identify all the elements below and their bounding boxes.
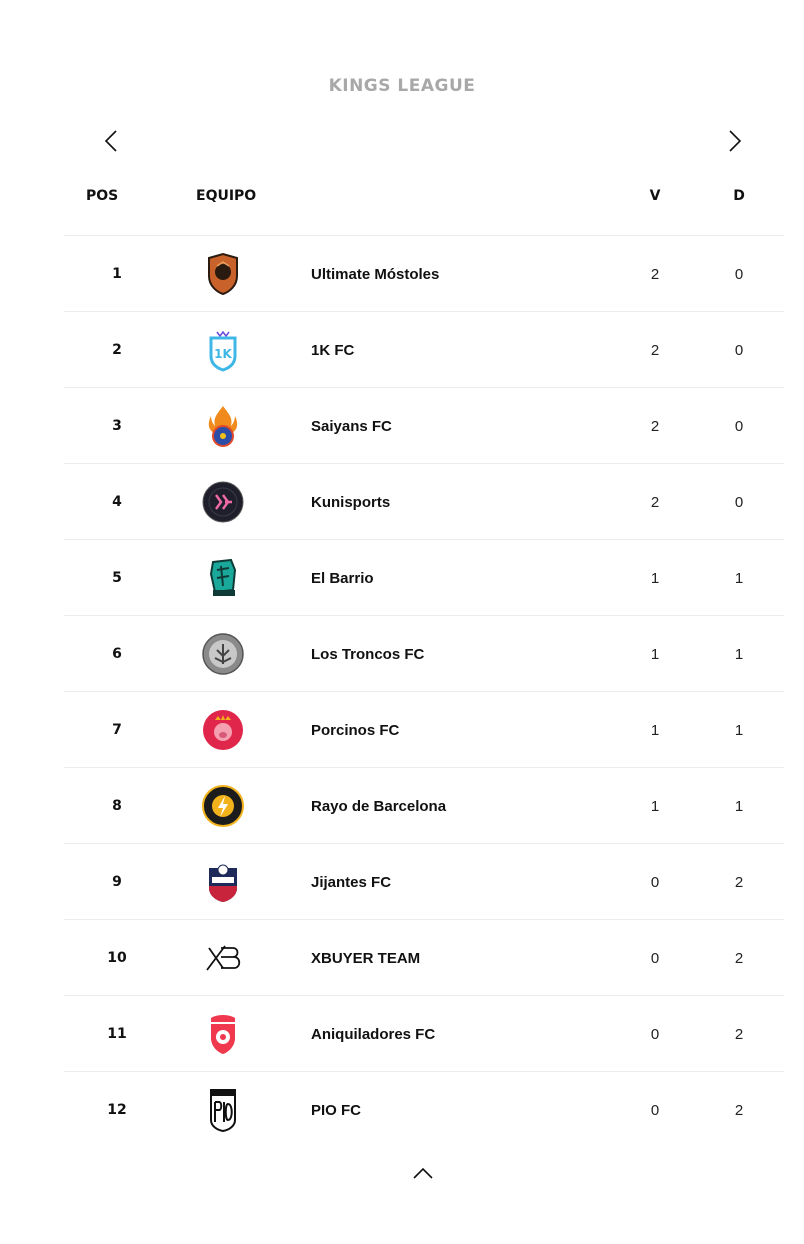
pio-fc-crest-icon [210, 1089, 236, 1132]
row-position: 12 [107, 1102, 127, 1118]
team-logo [201, 388, 245, 464]
team-name[interactable]: Porcinos FC [311, 692, 611, 768]
team-losses: 2 [734, 1101, 744, 1119]
team-wins: 2 [650, 493, 660, 511]
el-barrio-crest-icon [209, 558, 237, 596]
team-logo: 1K [201, 312, 245, 388]
table-row[interactable]: 10 XBUYER TEAM 0 2 [64, 919, 784, 995]
team-wins: 1 [650, 721, 660, 739]
ultimate-mostoles-crest-icon [208, 252, 238, 296]
team-wins: 1 [650, 797, 660, 815]
team-logo [201, 768, 245, 844]
team-wins: 2 [650, 265, 660, 283]
team-name[interactable]: XBUYER TEAM [311, 920, 611, 996]
team-losses: 1 [734, 721, 744, 739]
team-losses: 2 [734, 873, 744, 891]
row-position: 2 [112, 342, 122, 358]
team-wins: 2 [650, 417, 660, 435]
team-losses: 1 [734, 645, 744, 663]
team-logo [201, 616, 245, 692]
team-name[interactable]: Saiyans FC [311, 388, 611, 464]
team-name[interactable]: Jijantes FC [311, 844, 611, 920]
team-wins: 0 [650, 1101, 660, 1119]
los-troncos-crest-icon [202, 633, 244, 675]
row-position: 6 [112, 646, 122, 662]
team-logo [201, 464, 245, 540]
team-logo [201, 692, 245, 768]
team-logo [201, 236, 245, 312]
row-position: 10 [107, 950, 127, 966]
svg-text:1K: 1K [214, 347, 232, 361]
row-position: 3 [112, 418, 122, 434]
team-name[interactable]: Kunisports [311, 464, 611, 540]
row-position: 4 [112, 494, 122, 510]
chevron-up-icon [413, 1167, 433, 1179]
team-name[interactable]: Los Troncos FC [311, 616, 611, 692]
jijantes-fc-crest-icon [209, 864, 237, 902]
team-logo [201, 920, 245, 996]
next-arrow-button[interactable] [723, 128, 747, 154]
team-name[interactable]: PIO FC [311, 1072, 611, 1148]
team-name[interactable]: El Barrio [311, 540, 611, 616]
header-losses: D [733, 188, 745, 204]
table-row[interactable]: 2 1K 1K FC 2 0 [64, 311, 784, 387]
team-losses: 1 [734, 569, 744, 587]
porcinos-fc-crest-icon [203, 710, 243, 750]
team-losses: 0 [734, 341, 744, 359]
row-position: 5 [112, 570, 122, 586]
table-row[interactable]: 11 Aniquiladores FC 0 2 [64, 995, 784, 1071]
standings-header: POS EQUIPO V D [64, 188, 784, 208]
league-title: KINGS LEAGUE [328, 76, 476, 96]
xbuyer-team-crest-icon [206, 945, 241, 971]
team-wins: 0 [650, 873, 660, 891]
team-losses: 0 [734, 265, 744, 283]
chevron-left-icon [104, 130, 117, 152]
team-logo [201, 844, 245, 920]
team-losses: 2 [734, 949, 744, 967]
table-row[interactable]: 8 Rayo de Barcelona 1 1 [64, 767, 784, 843]
row-position: 7 [112, 722, 122, 738]
team-name[interactable]: Rayo de Barcelona [311, 768, 611, 844]
team-name[interactable]: Ultimate Móstoles [311, 236, 611, 312]
team-losses: 0 [734, 493, 744, 511]
collapse-button[interactable] [411, 1164, 435, 1182]
table-row[interactable]: 5 El Barrio 1 1 [64, 539, 784, 615]
team-losses: 2 [734, 1025, 744, 1043]
row-position: 8 [112, 798, 122, 814]
table-row[interactable]: 3 Saiyans FC 2 0 [64, 387, 784, 463]
team-losses: 0 [734, 417, 744, 435]
table-row[interactable]: 9 Jijantes FC 0 2 [64, 843, 784, 919]
row-position: 11 [107, 1026, 127, 1042]
table-row[interactable]: 7 Porcinos FC 1 1 [64, 691, 784, 767]
rayo-barcelona-crest-icon [202, 785, 244, 827]
team-name[interactable]: Aniquiladores FC [311, 996, 611, 1072]
header-team: EQUIPO [196, 188, 257, 204]
header-wins: V [649, 188, 661, 204]
team-logo [201, 996, 245, 1072]
table-row[interactable]: 4 Kunisports 2 0 [64, 463, 784, 539]
saiyans-fc-crest-icon [208, 406, 238, 447]
team-wins: 2 [650, 341, 660, 359]
team-name[interactable]: 1K FC [311, 312, 611, 388]
team-losses: 1 [734, 797, 744, 815]
kunisports-crest-icon [202, 481, 244, 523]
team-wins: 1 [650, 569, 660, 587]
table-row[interactable]: 12 PIO FC 0 2 [64, 1071, 784, 1147]
row-position: 1 [112, 266, 122, 282]
header-pos: POS [86, 188, 119, 204]
aniquiladores-fc-crest-icon [211, 1015, 235, 1054]
team-logo [201, 1072, 245, 1148]
1k-fc-crest-icon: 1K [209, 330, 237, 372]
table-row[interactable]: 1 Ultimate Móstoles 2 0 [64, 235, 784, 311]
prev-arrow-button[interactable] [99, 128, 123, 154]
table-row[interactable]: 6 Los Troncos FC 1 1 [64, 615, 784, 691]
chevron-right-icon [729, 130, 742, 152]
team-wins: 1 [650, 645, 660, 663]
team-wins: 0 [650, 1025, 660, 1043]
standings-table: 1 Ultimate Móstoles 2 0 2 1K 1K FC 2 0 3 [64, 235, 784, 1147]
team-logo [201, 540, 245, 616]
team-wins: 0 [650, 949, 660, 967]
row-position: 9 [112, 874, 122, 890]
